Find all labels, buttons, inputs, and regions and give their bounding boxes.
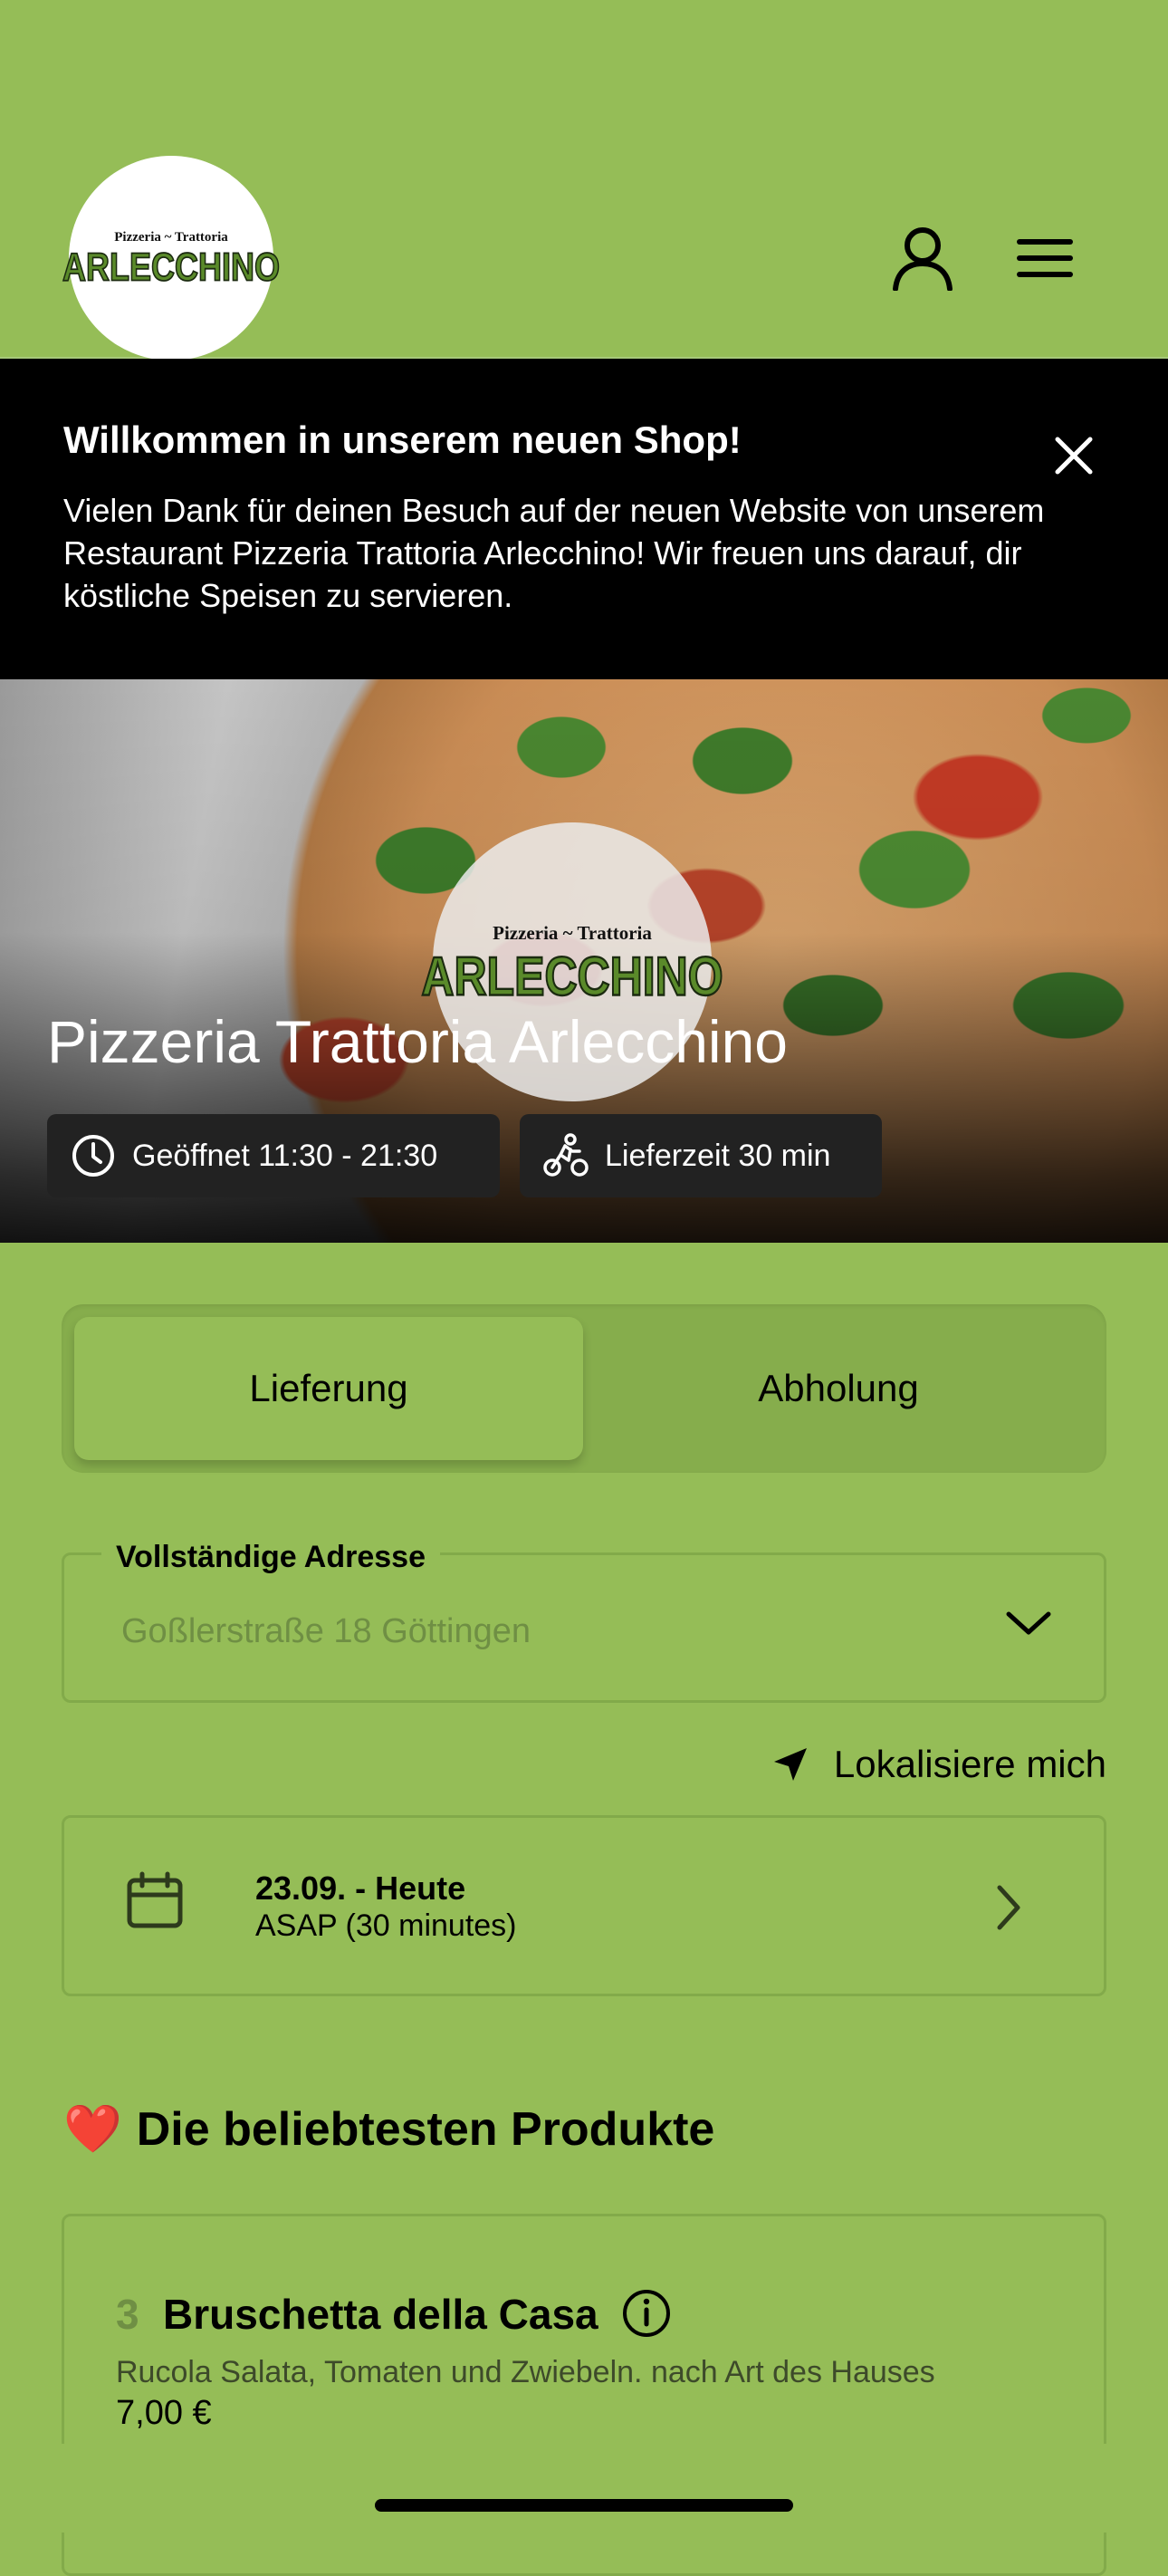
restaurant-logo[interactable]: Pizzeria ~ Trattoria ARLECCHINO: [62, 156, 281, 360]
hero-logo-wordmark: ARLECCHINO: [420, 945, 723, 1008]
account-button[interactable]: [882, 221, 963, 295]
tab-pickup[interactable]: Abholung: [583, 1317, 1094, 1460]
banner-close-button[interactable]: [1046, 428, 1102, 484]
address-input-placeholder[interactable]: Goßlerstraße 18 Göttingen: [121, 1612, 531, 1651]
product-info-button[interactable]: [621, 2288, 672, 2343]
hero-logo-subtitle: Pizzeria ~ Trattoria: [493, 921, 652, 944]
banner-title: Willkommen in unserem neuen Shop!: [63, 418, 742, 461]
opening-hours-text: Geöffnet 11:30 - 21:30: [132, 1138, 438, 1173]
locate-me-label: Lokalisiere mich: [833, 1743, 1106, 1785]
popular-products-title: Die beliebtesten Produkte: [136, 2102, 715, 2156]
delivery-time-chip: Lieferzeit 30 min: [520, 1114, 882, 1197]
restaurant-name: Pizzeria Trattoria Arlecchino: [47, 1008, 789, 1075]
hero-section: Pizzeria ~ Trattoria ARLECCHINO Pizzeria…: [0, 679, 1168, 1243]
opening-hours-chip: Geöffnet 11:30 - 21:30: [47, 1114, 500, 1197]
address-label: Vollständige Adresse: [101, 1540, 440, 1575]
logo-wordmark: ARLECCHINO: [62, 244, 281, 290]
product-name: Bruschetta della Casa: [163, 2291, 598, 2338]
hamburger-menu-icon: [1017, 239, 1073, 277]
home-indicator[interactable]: [375, 2499, 793, 2512]
banner-text: Vielen Dank für deinen Besuch auf der ne…: [63, 492, 1045, 614]
user-icon: [893, 227, 953, 291]
selected-date: 23.09. - Heute: [255, 1870, 466, 1907]
bicycle-courier-icon: [543, 1133, 589, 1177]
selected-time: ASAP (30 minutes): [255, 1908, 517, 1943]
calendar-icon: [125, 1871, 185, 1936]
clock-icon: [72, 1135, 114, 1177]
location-arrow-icon: [773, 1748, 807, 1781]
logo-subtitle: Pizzeria ~ Trattoria: [114, 230, 228, 245]
bottom-safe-area: [0, 2444, 1168, 2533]
product-price: 7,00 €: [116, 2394, 212, 2432]
close-icon: [1055, 437, 1093, 475]
chevron-down-icon: [1006, 1611, 1051, 1635]
welcome-banner: Willkommen in unserem neuen Shop! Vielen…: [0, 359, 1168, 679]
product-description: Rucola Salata, Tomaten und Zwiebeln. nac…: [116, 2355, 935, 2389]
delivery-time-selector[interactable]: [62, 1815, 1106, 1996]
order-mode-toggle: Lieferung Abholung: [62, 1304, 1106, 1473]
tab-delivery[interactable]: Lieferung: [74, 1317, 583, 1460]
heart-icon: ❤️: [63, 2103, 122, 2156]
menu-button[interactable]: [1009, 228, 1081, 288]
address-dropdown-toggle[interactable]: [1003, 1605, 1054, 1646]
chevron-right-icon: [991, 1882, 1027, 1937]
popular-products-heading: ❤️ Die beliebtesten Produkte: [63, 2101, 714, 2157]
locate-me-button[interactable]: Lokalisiere mich: [742, 1743, 1106, 1786]
product-number: 3: [116, 2291, 139, 2338]
delivery-time-text: Lieferzeit 30 min: [605, 1138, 831, 1173]
info-icon: [623, 2290, 670, 2337]
